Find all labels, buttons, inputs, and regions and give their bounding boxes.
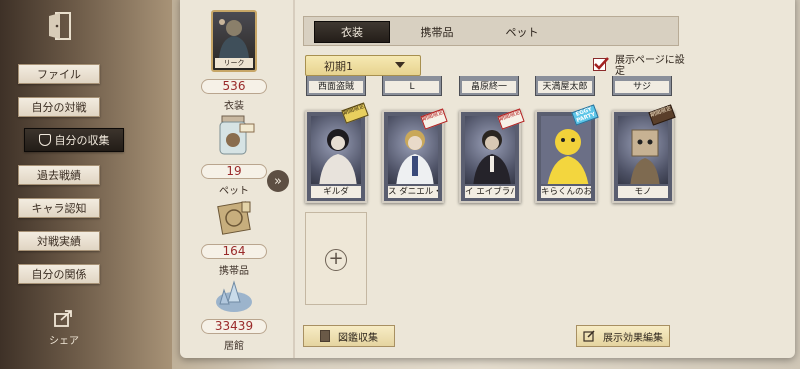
accessory-image[interactable] [212,196,256,240]
ghost-card-name: サジ [615,81,669,93]
costume-count: 536 [201,79,267,94]
menu-my-matches-button[interactable]: 自分の対戦 [18,97,100,117]
ghost-card-name: 畠原終一 [462,81,516,93]
edit-display-effects-button[interactable]: 展示効果編集 [576,325,670,347]
accessory-count: 164 [201,244,267,259]
expand-arrow-button[interactable]: » [267,170,289,192]
edit-display-effects-label: 展示効果編集 [603,332,663,344]
character-portrait-icon [630,129,660,184]
costume-label: 衣装 [224,101,244,112]
shield-icon [38,134,51,146]
exit-door-icon[interactable] [46,10,76,42]
card-name: ギルダ [311,186,361,198]
card-art [311,116,361,184]
menu-match-achievements-button[interactable]: 対戦実績 [18,231,100,251]
display-page-checkbox[interactable] [593,57,609,71]
checkmark-icon [594,57,609,70]
plus-icon: + [325,249,347,271]
accessory-label: 携帯品 [219,266,249,277]
ghost-card-name: 西面盗賊 [309,81,363,93]
card-name: ス ダニエル・ス [388,186,438,198]
tab-pet-label: ペット [505,26,539,39]
card-art [618,116,668,184]
pet-image[interactable] [212,112,256,158]
pet-jar-icon [219,115,255,155]
tab-accessory-label: 携帯品 [420,26,454,39]
tab-costume-label: 衣装 [341,26,363,39]
costume-card[interactable]: ギルダ 期間限定 [305,102,369,203]
costume-card[interactable]: イ エイブラハム 期間限定 [459,108,525,203]
menu-character-recognition-button[interactable]: キャラ認知 [18,198,100,218]
accessory-box-icon [217,201,251,235]
residence-label: 居館 [224,341,244,352]
portrait-figure-icon [219,19,249,58]
tab-pet[interactable]: ペット [484,21,560,43]
costume-card[interactable]: キらくんのお友達 EGGY PARTY [535,104,599,203]
collection-tabs: 衣装 携帯品 ペット [303,16,679,46]
menu-relations-label: 自分の関係 [31,268,87,281]
ghost-card[interactable]: L [382,76,442,96]
menu-past-records-label: 過去戦績 [37,169,81,182]
character-portrait-icon [319,129,357,184]
ghost-card[interactable]: サジ [612,76,672,96]
tab-costume[interactable]: 衣装 [314,21,390,43]
menu-match-achievements-label: 対戦実績 [37,235,81,248]
chevron-down-icon [395,62,405,68]
game-screen: ファイル 自分の対戦 自分の収集 過去戦績 キャラ認知 対戦実績 自分の関係 シ… [0,0,800,369]
menu-past-records-button[interactable]: 過去戦績 [18,165,100,185]
ghost-card[interactable]: 天満屋太郎 [535,76,595,96]
costume-card[interactable]: ス ダニエル・ス 期間限定 [382,108,448,203]
residence-image[interactable] [212,278,256,316]
ghost-card[interactable]: 西面盗賊 [306,76,366,96]
card-name: キらくんのお友達 [541,186,591,198]
share-button[interactable]: シェア [44,308,84,347]
share-icon [54,310,72,327]
edit-icon [583,330,595,342]
costume-portrait[interactable]: リーク [211,10,257,72]
pet-count: 19 [201,164,267,179]
residence-count: 33439 [201,319,267,334]
book-icon [320,330,330,342]
ghost-card-name: 天満屋太郎 [538,81,592,93]
filter-dropdown[interactable]: 初期1 [305,55,421,76]
residence-crystal-icon [216,280,252,312]
menu-file-label: ファイル [37,68,81,81]
menu-relations-button[interactable]: 自分の関係 [18,264,100,284]
ghost-card[interactable]: 畠原終一 [459,76,519,96]
double-chevron-right-icon: » [274,173,282,189]
pet-label: ペット [219,186,249,197]
card-name: イ エイブラハム [465,186,515,198]
menu-character-recognition-label: キャラ認知 [31,202,87,215]
tab-accessory[interactable]: 携帯品 [399,21,475,43]
ghost-card-name: L [385,81,439,93]
filter-selected-label: 初期1 [324,59,353,73]
portrait-name: リーク [215,58,253,68]
display-page-label: 展示ページに設定 [615,55,685,77]
catalog-button[interactable]: 図鑑収集 [303,325,395,347]
costume-card[interactable]: モノ 期間限定 [612,104,676,203]
menu-my-collection-button[interactable]: 自分の収集 [24,128,124,152]
card-art [541,116,591,184]
add-costume-slot[interactable]: + [305,212,367,305]
character-portrait-icon [541,116,591,184]
card-name: モノ [618,186,668,198]
share-label: シェア [49,336,79,347]
catalog-button-label: 図鑑収集 [338,332,378,344]
menu-my-collection-label: 自分の収集 [54,134,110,147]
menu-file-button[interactable]: ファイル [18,64,100,84]
sidebar: ファイル 自分の対戦 自分の収集 過去戦績 キャラ認知 対戦実績 自分の関係 シ… [0,0,172,369]
menu-my-matches-label: 自分の対戦 [31,101,87,114]
